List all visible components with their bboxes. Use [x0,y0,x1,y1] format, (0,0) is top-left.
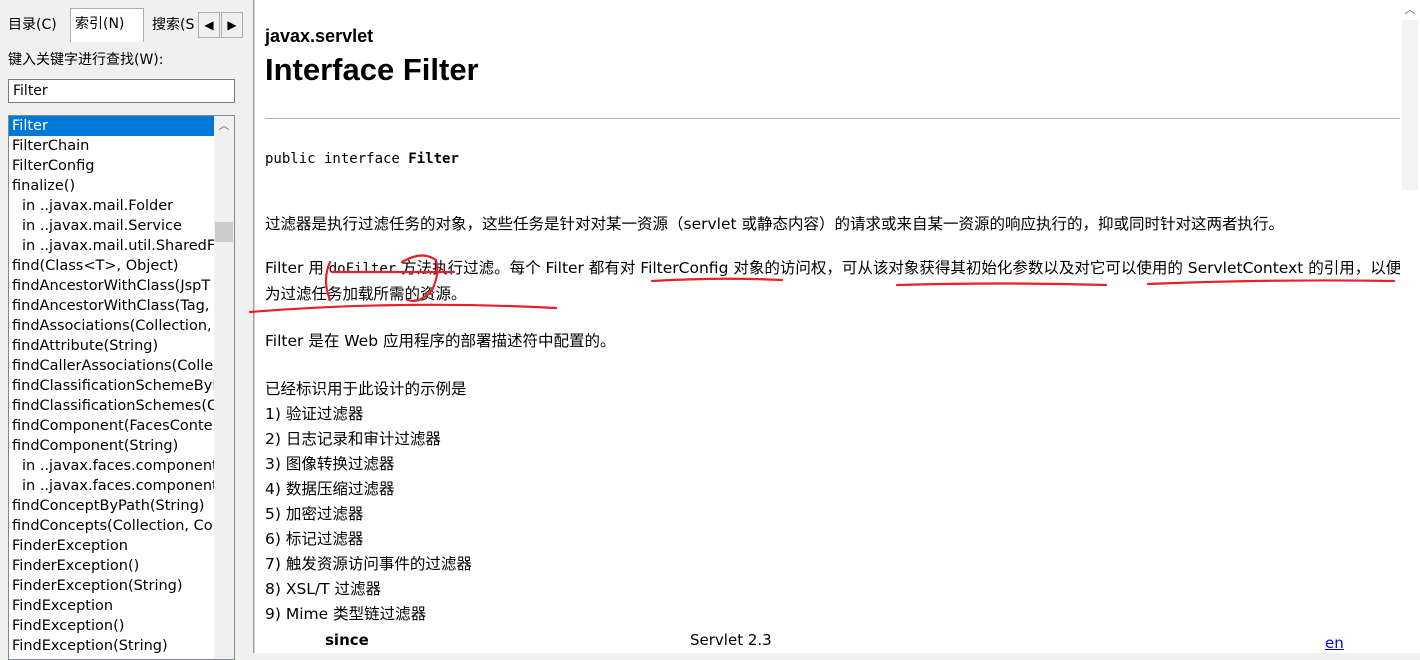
list-item[interactable]: in ..javax.mail.Folder [9,196,214,216]
scroll-thumb[interactable] [1402,20,1418,190]
list-item[interactable]: findCallerAssociations(Colle [9,356,214,376]
keyword-input[interactable] [8,79,235,103]
example-item: 5) 加密过滤器 [265,505,364,523]
nav-tabs: 目录(C) 索引(N) 搜索(S ◀ ▶ [0,8,244,42]
pane-splitter[interactable] [244,0,254,653]
dofilter-code: doFilter [328,261,397,277]
page-title: Interface Filter [265,52,479,87]
language-link[interactable]: en [1325,634,1344,652]
index-list[interactable]: Filter FilterChain FilterConfig finalize() i… [8,115,235,660]
example-item: 3) 图像转换过滤器 [265,455,395,473]
list-item[interactable]: findComponent(FacesConte [9,416,214,436]
example-item: 8) XSL/T 过滤器 [265,580,382,598]
tab-contents[interactable]: 目录(C) [4,10,68,40]
list-item[interactable]: in ..javax.faces.component [9,456,214,476]
list-item[interactable]: findComponent(String) [9,436,214,456]
signature-name: Filter [408,151,459,167]
list-item[interactable]: in ..javax.mail.Service [9,216,214,236]
since-label: since [325,631,369,649]
list-item[interactable]: in ..javax.mail.util.SharedFil [9,236,214,256]
list-item[interactable]: FinderException [9,536,214,556]
list-item[interactable]: findAssociations(Collection, [9,316,214,336]
tab-index[interactable]: 索引(N) [70,8,144,42]
scroll-up-icon[interactable]: ︿ [1400,0,1420,20]
list-item[interactable]: findConcepts(Collection, Co [9,516,214,536]
filter-method-paragraph: Filter 用 doFilter 方法执行过滤。每个 Filter 都有对 F… [265,256,1405,307]
tab-scroll-right-icon[interactable]: ▶ [221,12,243,38]
list-item[interactable]: findAncestorWithClass(JspT [9,276,214,296]
list-item[interactable]: findClassificationSchemes(C [9,396,214,416]
list-item[interactable]: Filter [9,116,214,136]
index-list-scrollbar[interactable]: ︿ [214,116,234,659]
package-name: javax.servlet [265,26,374,46]
list-item[interactable]: FindException [9,596,214,616]
since-value: Servlet 2.3 [690,631,772,649]
list-item[interactable]: findConceptByPath(String) [9,496,214,516]
example-item: 9) Mime 类型链过滤器 [265,605,427,623]
scroll-up-icon[interactable]: ︿ [214,116,234,136]
list-item[interactable]: FindException() [9,616,214,636]
description-paragraph: 过滤器是执行过滤任务的对象，这些任务是针对对某一资源（servlet 或静态内容… [265,215,1285,233]
config-paragraph: Filter 是在 Web 应用程序的部署描述符中配置的。 [265,332,616,350]
list-item[interactable]: FilterConfig [9,156,214,176]
document-pane: javax.servlet Interface Filter public in… [254,0,1420,653]
example-item: 1) 验证过滤器 [265,405,364,423]
tab-scroll-left-icon[interactable]: ◀ [198,12,220,38]
list-item[interactable]: in ..javax.faces.component [9,476,214,496]
keyword-label: 键入关键字进行查找(W): [8,52,164,68]
example-item: 2) 日志记录和审计过滤器 [265,430,441,448]
example-item: 6) 标记过滤器 [265,530,364,548]
examples-intro: 已经标识用于此设计的示例是 [265,380,467,398]
example-item: 4) 数据压缩过滤器 [265,480,395,498]
examples-block: 已经标识用于此设计的示例是 1) 验证过滤器 2) 日志记录和审计过滤器 3) 图像… [265,377,472,627]
divider [265,118,1405,119]
list-item[interactable]: finalize() [9,176,214,196]
list-item[interactable]: FindException(String) [9,636,214,656]
interface-signature: public interface Filter [265,151,459,167]
index-pane: 目录(C) 索引(N) 搜索(S ◀ ▶ 键入关键字进行查找(W): Filte… [0,0,244,660]
list-item[interactable]: findAttribute(String) [9,336,214,356]
list-item[interactable]: findClassificationSchemeByN [9,376,214,396]
list-item[interactable]: find(Class<T>, Object) [9,256,214,276]
p2-text-b: 方法执行过滤。每个 Filter 都有对 FilterConfig 对象的访问权… [265,259,1402,303]
list-item[interactable]: FinderException() [9,556,214,576]
list-item[interactable]: findAncestorWithClass(Tag, [9,296,214,316]
p2-text-a: Filter 用 [265,259,329,277]
tab-search[interactable]: 搜索(S [148,10,198,40]
list-item[interactable]: FilterChain [9,136,214,156]
example-item: 7) 触发资源访问事件的过滤器 [265,555,472,573]
scroll-thumb[interactable] [215,222,233,242]
signature-prefix: public interface [265,151,409,167]
list-item[interactable]: FinderException(String) [9,576,214,596]
document-scrollbar[interactable]: ︿ [1400,0,1420,653]
